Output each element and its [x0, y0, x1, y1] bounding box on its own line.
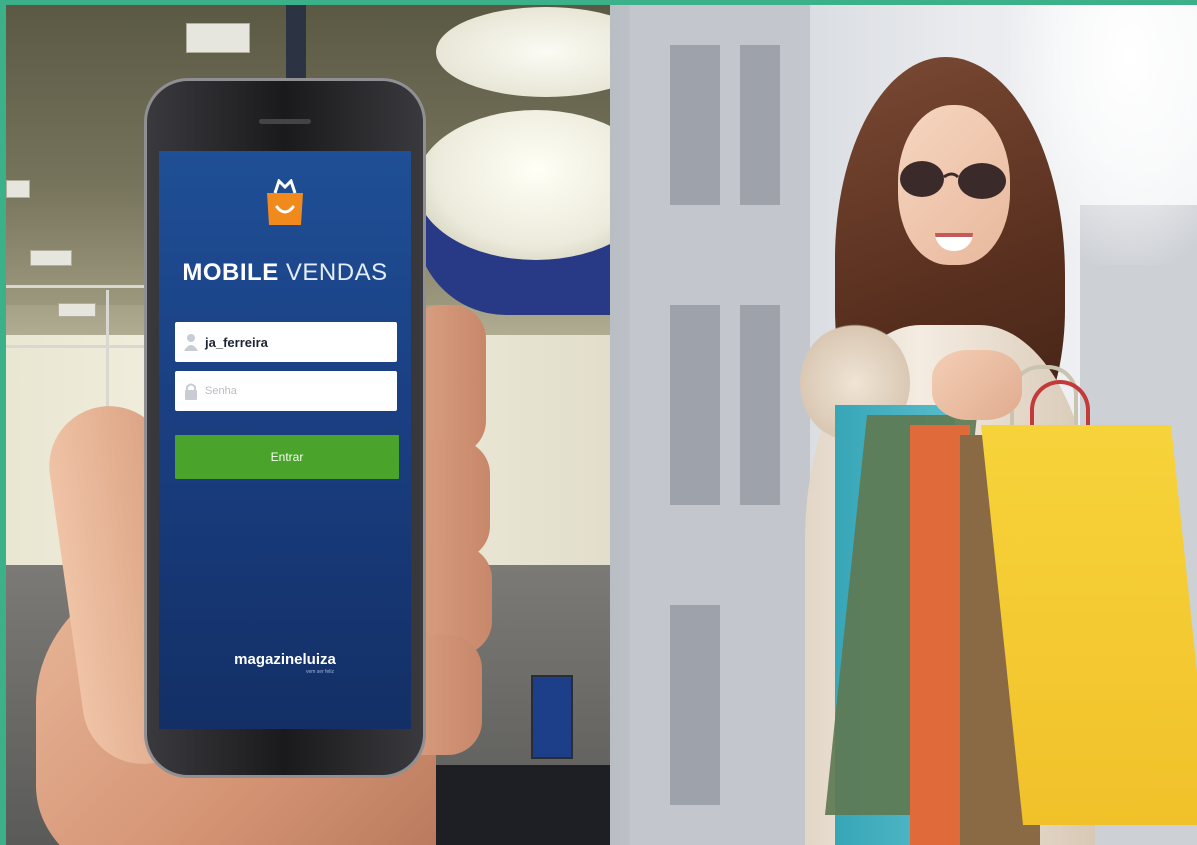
shopping-bag-icon	[267, 179, 303, 225]
display-screen	[531, 675, 573, 759]
username-field[interactable]: ja_ferreira	[175, 322, 397, 362]
ceiling-pillar	[286, 5, 306, 80]
phone-speaker	[259, 119, 311, 124]
login-button[interactable]: Entrar	[175, 435, 399, 479]
username-value: ja_ferreira	[205, 334, 268, 350]
app-title-bold: MOBILE	[182, 259, 279, 286]
image-frame: MOBILE VENDAS ja_ferreira Senha Entrar m…	[6, 5, 1197, 845]
shopper-photo	[610, 5, 1197, 845]
sunglasses-icon	[900, 161, 1006, 199]
woman-hand	[932, 350, 1022, 420]
building	[630, 5, 810, 845]
footer-brand-logo: magazineluiza	[234, 651, 336, 668]
smartphone: MOBILE VENDAS ja_ferreira Senha Entrar m…	[144, 78, 426, 778]
footer-tagline: vem ser feliz	[305, 669, 335, 675]
building-window	[670, 305, 720, 505]
app-title-light: VENDAS	[285, 259, 388, 286]
app-title: MOBILE VENDAS	[159, 259, 411, 287]
building-window	[740, 305, 780, 505]
user-icon	[183, 332, 199, 352]
ceiling-vent	[186, 23, 250, 53]
building-window	[740, 45, 780, 205]
building-window	[670, 605, 720, 805]
store-photo: MOBILE VENDAS ja_ferreira Senha Entrar m…	[6, 5, 610, 845]
lock-icon	[183, 381, 199, 401]
building-window	[670, 45, 720, 205]
password-field[interactable]: Senha	[175, 371, 397, 411]
handrail	[6, 285, 156, 288]
ceiling-vent	[30, 250, 72, 266]
ceiling-vent	[6, 180, 30, 198]
app-login-screen: MOBILE VENDAS ja_ferreira Senha Entrar m…	[159, 151, 411, 729]
password-placeholder: Senha	[205, 385, 237, 397]
